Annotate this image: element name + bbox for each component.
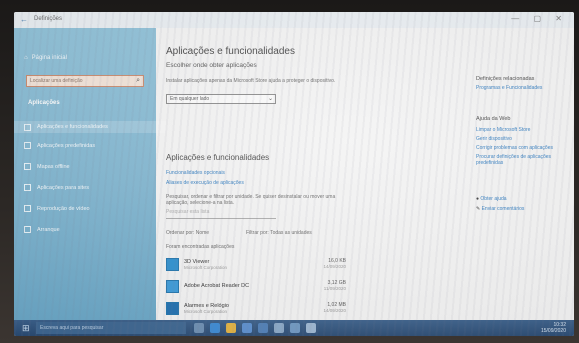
windows-start-icon[interactable]: ⊞ bbox=[22, 323, 30, 334]
related-settings-heading: Definições relacionadas bbox=[476, 76, 535, 82]
sidebar-item-default-apps[interactable]: Aplicações predefinidas bbox=[24, 142, 95, 149]
sidebar-item-offline-maps[interactable]: Mapas offline bbox=[24, 163, 70, 170]
feedback-icon: ✎ bbox=[476, 206, 481, 212]
taskbar-search-input[interactable]: Escreva aqui para pesquisar bbox=[36, 322, 186, 334]
file-explorer-icon[interactable] bbox=[226, 323, 236, 333]
settings-search-placeholder: Localizar uma definição bbox=[30, 78, 83, 84]
list-item[interactable]: Adobe Acrobat Reader DC 3,12 GB 11/09/20… bbox=[166, 278, 346, 294]
app-icon bbox=[166, 279, 179, 293]
edge-icon[interactable] bbox=[210, 323, 220, 333]
sidebar-item-apps-websites[interactable]: Aplicações para sites bbox=[24, 184, 89, 191]
filter-label: Filtrar por: Todas as unidades bbox=[246, 230, 312, 236]
app-date: 11/09/2020 bbox=[323, 286, 346, 291]
settings-search-input[interactable]: Localizar uma definição ⌕ bbox=[26, 75, 144, 87]
app-publisher: Microsoft Corporation bbox=[184, 308, 228, 314]
feedback-link[interactable]: ✎ Enviar comentários bbox=[476, 206, 524, 212]
app-icon bbox=[166, 301, 179, 315]
sidebar-item-label: Aplicações predefinidas bbox=[37, 142, 96, 149]
sort-dropdown[interactable]: Ordenar por: Nome bbox=[166, 230, 246, 236]
page-title: Aplicações e funcionalidades bbox=[166, 46, 295, 57]
help-link[interactable]: Gerir dispositivo bbox=[476, 136, 512, 142]
sort-label: Ordenar por: Nome bbox=[166, 230, 210, 236]
app-date: 14/09/2020 bbox=[323, 308, 346, 313]
intro-text: Instalar aplicações apenas da Microsoft … bbox=[166, 78, 336, 84]
sidebar-item-label: Reprodução de vídeo bbox=[37, 205, 90, 212]
list-icon bbox=[24, 123, 31, 131]
app-count-label: Foram encontradas aplicações bbox=[166, 244, 235, 250]
app-list-search-input[interactable]: Pesquisar esta lista bbox=[166, 209, 276, 219]
main-content: Aplicações e funcionalidades Escolher on… bbox=[156, 28, 456, 320]
app-name: Adobe Acrobat Reader DC bbox=[184, 283, 250, 289]
help-link[interactable]: Corrigir problemas com aplicações bbox=[476, 145, 553, 151]
store-icon[interactable] bbox=[242, 323, 252, 333]
window-controls[interactable]: — ▢ ✕ bbox=[511, 14, 568, 23]
media-icon[interactable] bbox=[290, 323, 300, 333]
screen: ← Definições — ▢ ✕ ⌂ Página inicial Loca… bbox=[14, 12, 574, 336]
related-panel: Definições relacionadas Programas e Func… bbox=[476, 28, 572, 320]
apps-section-title: Aplicações e funcionalidades bbox=[166, 153, 270, 162]
section-subtitle: Escolher onde obter aplicações bbox=[166, 62, 257, 69]
sidebar-item-label: Aplicações para sites bbox=[37, 184, 89, 191]
mail-icon[interactable] bbox=[258, 323, 268, 333]
taskbar-search-placeholder: Escreva aqui para pesquisar bbox=[40, 325, 104, 331]
app-list-search-placeholder: Pesquisar esta lista bbox=[166, 209, 210, 215]
map-icon bbox=[24, 163, 31, 170]
search-intro-text: Pesquisar, ordenar e filtrar por unidade… bbox=[166, 194, 336, 206]
optional-features-link[interactable]: Funcionalidades opcionais bbox=[166, 170, 346, 176]
dropdown-value: Em qualquer lado bbox=[170, 96, 210, 102]
help-link[interactable]: Limpar o Microsoft Store bbox=[476, 127, 530, 133]
get-help-label: Obter ajuda bbox=[480, 196, 507, 202]
sidebar: ⌂ Página inicial Localizar uma definição… bbox=[14, 28, 166, 320]
get-help-link[interactable]: ● Obter ajuda bbox=[476, 196, 507, 202]
defaults-icon bbox=[24, 142, 31, 149]
sidebar-item-label: Aplicações e funcionalidades bbox=[37, 124, 108, 130]
taskbar: ⊞ Escreva aqui para pesquisar 10:32 15/0… bbox=[14, 320, 574, 336]
home-icon: ⌂ bbox=[24, 55, 28, 61]
sidebar-item-label: Mapas offline bbox=[37, 163, 70, 170]
system-tray[interactable]: 10:32 15/09/2020 bbox=[541, 322, 566, 334]
feedback-label: Enviar comentários bbox=[481, 206, 525, 212]
back-arrow-icon[interactable]: ← bbox=[20, 15, 28, 24]
photos-icon[interactable] bbox=[274, 323, 284, 333]
sidebar-home[interactable]: ⌂ Página inicial bbox=[24, 55, 67, 61]
window-titlebar: ← Definições — ▢ ✕ bbox=[14, 12, 574, 28]
taskbar-pinned-apps bbox=[194, 323, 316, 333]
filter-dropdown[interactable]: Filtrar por: Todas as unidades bbox=[246, 230, 346, 236]
sidebar-item-video-playback[interactable]: Reprodução de vídeo bbox=[24, 205, 90, 212]
clock-date: 15/09/2020 bbox=[540, 328, 566, 334]
help-icon: ● bbox=[476, 196, 480, 202]
app-source-dropdown[interactable]: Em qualquer lado ⌄ bbox=[166, 94, 276, 104]
settings-gear-icon[interactable] bbox=[306, 323, 316, 333]
app-publisher: Microsoft Corporation bbox=[184, 264, 228, 270]
web-icon bbox=[24, 184, 31, 191]
sidebar-item-startup[interactable]: Arranque bbox=[24, 226, 60, 233]
sidebar-home-label: Página inicial bbox=[31, 55, 67, 61]
app-date: 14/09/2020 bbox=[323, 264, 346, 269]
task-view-icon[interactable] bbox=[194, 323, 204, 333]
list-item[interactable]: 3D Viewer Microsoft Corporation 16,0 KB … bbox=[166, 256, 346, 272]
app-name: Alarmes e Relógio bbox=[184, 302, 229, 309]
chevron-down-icon: ⌄ bbox=[267, 96, 273, 102]
sidebar-item-label: Arranque bbox=[37, 226, 60, 233]
web-help-heading: Ajuda da Web bbox=[476, 116, 511, 122]
sidebar-heading: Aplicações bbox=[28, 100, 60, 106]
programs-features-link[interactable]: Programas e Funcionalidades bbox=[476, 85, 542, 91]
startup-icon bbox=[24, 226, 31, 233]
execution-aliases-link[interactable]: Aliases de execução de aplicações bbox=[166, 180, 346, 186]
help-link[interactable]: Procurar definições de aplicações predef… bbox=[476, 154, 568, 166]
app-icon bbox=[166, 257, 179, 271]
list-item[interactable]: Alarmes e Relógio Microsoft Corporation … bbox=[166, 300, 346, 316]
window-title: Definições bbox=[34, 16, 63, 22]
sidebar-item-apps-features[interactable]: Aplicações e funcionalidades bbox=[14, 121, 166, 133]
video-icon bbox=[24, 205, 31, 212]
search-icon: ⌕ bbox=[136, 77, 140, 84]
